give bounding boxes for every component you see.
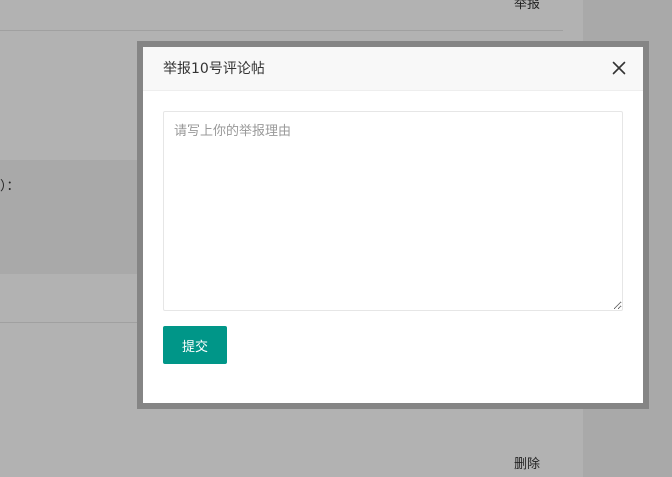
close-icon[interactable] xyxy=(611,60,627,76)
dialog-body: 提交 xyxy=(143,91,643,384)
report-dialog: 举报10号评论帖 提交 xyxy=(137,41,649,409)
dialog-title: 举报10号评论帖 xyxy=(163,61,265,77)
dialog-header: 举报10号评论帖 xyxy=(143,47,643,91)
close-icon-svg xyxy=(612,61,626,75)
submit-button[interactable]: 提交 xyxy=(163,326,227,364)
report-reason-textarea[interactable] xyxy=(163,111,623,311)
